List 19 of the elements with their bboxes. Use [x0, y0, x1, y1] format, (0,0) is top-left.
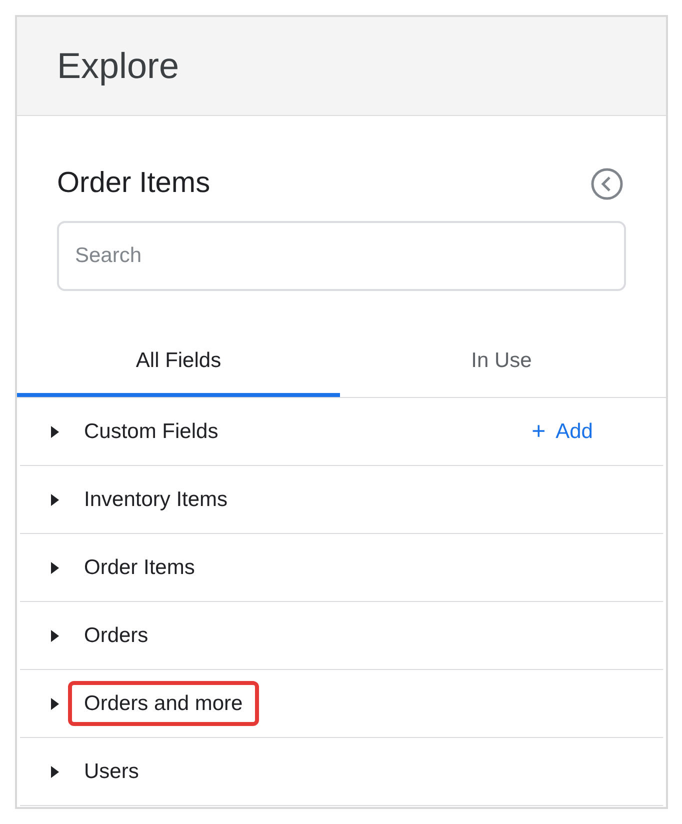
collapse-left-icon[interactable] — [590, 167, 624, 201]
add-button[interactable]: + Add — [532, 414, 593, 450]
view-title: Order Items — [57, 166, 210, 202]
caret-right-icon[interactable] — [50, 424, 60, 438]
caret-right-icon[interactable] — [50, 492, 60, 506]
caret-right-icon[interactable] — [50, 696, 60, 710]
tab[interactable]: All Fields — [17, 329, 340, 397]
caret-right-icon[interactable] — [50, 764, 60, 778]
page-title: Explore — [57, 44, 180, 88]
field-group-label[interactable]: Inventory Items — [84, 484, 228, 516]
caret-right-icon[interactable] — [50, 628, 60, 642]
field-group-label[interactable]: Custom Fields — [84, 416, 218, 448]
field-group-label[interactable]: Users — [84, 756, 139, 788]
search-field[interactable]: Search — [57, 221, 626, 291]
field-group-label[interactable]: Order Items — [84, 552, 195, 584]
field-group-label[interactable]: Orders and more — [68, 680, 259, 726]
tab[interactable]: In Use — [340, 329, 663, 397]
caret-right-icon[interactable] — [50, 560, 60, 574]
field-group-label[interactable]: Orders — [84, 620, 148, 652]
